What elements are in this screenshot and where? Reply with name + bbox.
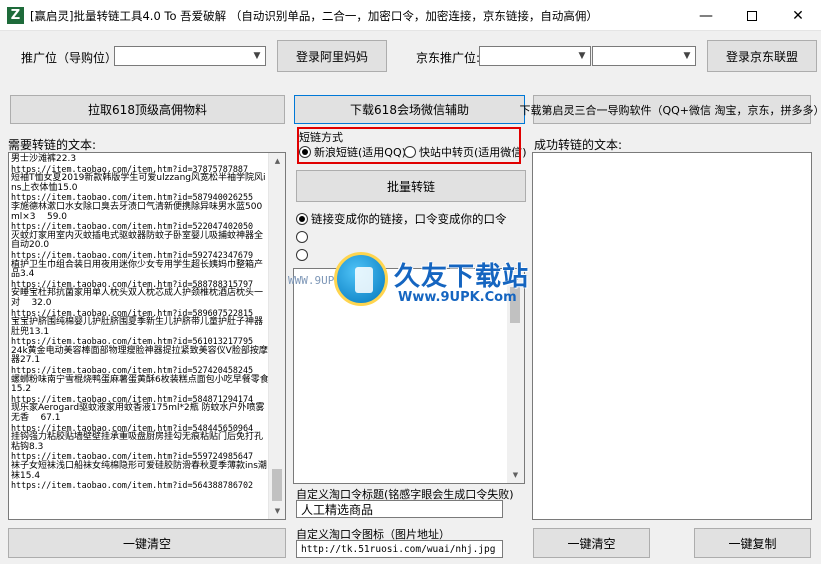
watermark: WWW.9UPK.COM 久友下载站 Www.9UPK.Com [288,246,530,314]
source-title-line: 灭蚊灯家用室内灭蚊插电式驱蚊器防蚊子卧室婴儿吸捕蚊神器全自动20.0 [11,230,264,251]
login-alimama-button[interactable]: 登录阿里妈妈 [277,40,387,72]
source-title-line: 李施德林漱口水女除口臭去牙渍口气清新便携除异味男水蓝500ml×3 59.0 [11,201,263,222]
watermark-brand: 久友下载站 [394,262,530,292]
source-title-line: 植护卫生巾组合装日用夜用迷你少女专用学生超长姨妈巾整箱产品3.4 [11,259,264,280]
scroll-thumb[interactable] [272,469,282,501]
maximize-icon [747,10,757,21]
link-replace-radio[interactable] [296,213,308,225]
close-icon: ✕ [792,7,804,24]
output-text-area[interactable] [532,152,812,520]
scroll-down-icon[interactable]: ▼ [507,467,524,483]
fetch-618-materials-button[interactable]: 拉取618顶级高佣物料 [10,95,285,124]
source-text-area[interactable]: 男士沙滩裤22.3 https://item.taobao.com/item.ht… [8,152,286,520]
source-title-line: 安睡宝杜邦抗菌家用单人枕头双人枕芯成人护颈椎枕酒店枕头一对 32.0 [11,288,264,308]
link-option-2-radio[interactable] [296,231,308,243]
copy-all-button[interactable]: 一键复制 [694,528,811,558]
highlight-box [297,127,521,164]
chevron-down-icon: ▼ [683,51,691,61]
scroll-up-icon[interactable]: ▲ [269,153,285,169]
left-clear-button[interactable]: 一键清空 [8,528,286,558]
download-3in1-software-button[interactable]: 下载第启灵三合一导购软件（QQ+微信 淘宝，京东，拼多多） [519,95,821,124]
minimize-icon: — [699,7,713,24]
source-title-line: 现乐家Aerogard驱蚊液家用蚊香液175ml*2瓶 防蚊水户外喷雾无香 67… [11,403,265,424]
download-site-logo-icon [334,252,388,306]
jd-promo-select-1[interactable]: ▼ [479,46,591,66]
custom-icon-input[interactable]: http://tk.51ruosi.com/wuai/nhj.jpg [296,540,503,558]
scroll-down-icon[interactable]: ▼ [269,503,285,519]
watermark-url: Www.9UPK.Com [398,290,517,305]
promo-position-label: 推广位（导购位）: [21,51,122,65]
source-text-content: 男士沙滩裤22.3 https://item.taobao.com/item.ht… [11,154,269,491]
source-title-line: 袜子女短袜浅口船袜女纯棉隐形可爱硅胶防滑春秋夏季薄款ins潮袜15.4 [11,461,267,481]
source-title-line: 24k黄金电动美容棒面部物理瘦脸神器提拉紧致美容仪V脸部按摩器27.1 [11,345,268,366]
link-replace-option[interactable]: 链接变成你的链接，口令变成你的口令 [296,211,507,227]
chevron-down-icon: ▼ [253,51,261,61]
download-618-wechat-helper-button[interactable]: 下载618会场微信辅助 [294,95,525,124]
app-icon: Z [7,7,24,24]
source-scrollbar[interactable]: ▲ ▼ [268,153,285,519]
source-title-line: 宝宝护脐围纯棉婴儿护肚脐围夏季新生儿护脐带儿童护肚子神器肚兜13.1 [11,317,264,337]
link-replace-label: 链接变成你的链接，口令变成你的口令 [311,212,507,226]
output-text-label: 成功转链的文本: [534,138,623,152]
right-clear-button[interactable]: 一键清空 [533,528,650,558]
minimize-button[interactable]: — [683,0,729,31]
chevron-down-icon: ▼ [578,51,586,61]
login-jd-button[interactable]: 登录京东联盟 [707,40,817,72]
maximize-button[interactable] [729,0,775,31]
custom-title-input[interactable]: 人工精选商品 [296,500,503,518]
batch-convert-button[interactable]: 批量转链 [296,170,526,202]
source-url-line: https://item.taobao.com/item.htm?id=5643… [11,480,254,491]
source-title-line: 螺蛳粉味南宁雪棍烧鸭蛋麻薯蛋黄酥6枚装糕点面包小吃早餐零食 15.2 [11,374,269,395]
window-title: [赢启灵]批量转链工具4.0 To 吾爱破解 （自动识别单品，二合一，加密口令，… [30,9,598,23]
source-title-line: 挂钩强力粘胶贴墙壁壁挂承重吸盘厨房挂勾无痕粘贴门后免打孔粘钩8.3 [11,432,264,452]
source-title-line: 短袖T恤女夏2019新款韩版学生可爱ulzzang风宽松半袖学院风ins上衣体恤… [11,173,266,193]
link-option-2[interactable] [296,231,308,243]
title-bar[interactable]: Z [赢启灵]批量转链工具4.0 To 吾爱破解 （自动识别单品，二合一，加密口… [0,0,821,31]
source-text-label: 需要转链的文本: [8,138,97,152]
jd-promo-position-label: 京东推广位: [416,51,481,65]
jd-promo-select-2[interactable]: ▼ [592,46,696,66]
promo-position-select-1[interactable]: ▼ [114,46,266,66]
close-button[interactable]: ✕ [775,0,821,31]
